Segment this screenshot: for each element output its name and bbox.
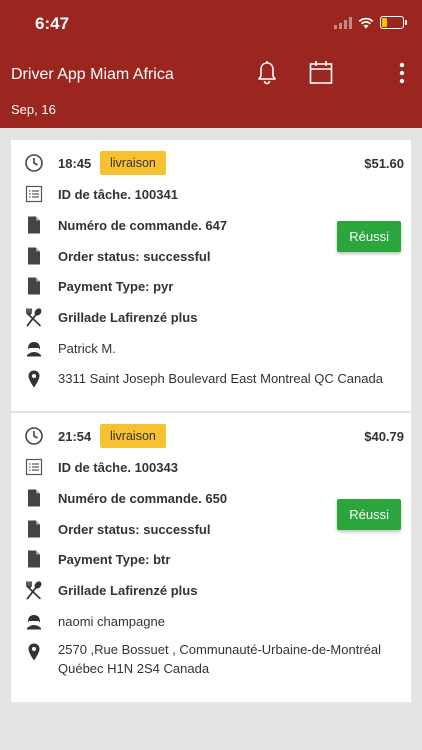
customer-name: Patrick M. xyxy=(58,341,116,356)
customer-icon xyxy=(27,615,41,630)
order-price: $40.79 xyxy=(364,429,404,444)
app-title: Driver App Miam Africa xyxy=(11,66,174,83)
wifi-icon xyxy=(358,17,374,28)
task-id: ID de tâche. 100343 xyxy=(58,460,178,475)
document-icon xyxy=(28,550,40,568)
clock-icon xyxy=(25,154,43,172)
order-price: $51.60 xyxy=(364,156,404,171)
location-pin-icon xyxy=(28,643,40,661)
battery-icon xyxy=(380,16,407,29)
order-time: 18:45 xyxy=(58,156,92,171)
delivery-address: 2570 ,Rue Bossuet , Communauté-Urbaine-d… xyxy=(58,642,382,676)
order-time: 21:54 xyxy=(58,429,92,444)
status-icons xyxy=(334,16,407,29)
order-status: Order status: successful xyxy=(58,249,211,264)
customer-icon xyxy=(27,342,41,357)
document-icon xyxy=(28,216,40,234)
status-time: 6:47 xyxy=(35,14,70,33)
utensils-icon xyxy=(26,308,42,327)
bell-icon[interactable] xyxy=(256,60,278,86)
document-icon xyxy=(28,489,40,507)
order-type-badge: livraison xyxy=(100,151,166,175)
order-card[interactable]: 18:45 livraison $51.60 ID de tâche. 1003… xyxy=(11,140,411,411)
utensils-icon xyxy=(26,581,42,600)
list-icon xyxy=(25,185,43,203)
order-number: Numéro de commande. 650 xyxy=(58,491,228,506)
current-date: Sep, 16 xyxy=(11,102,56,117)
order-status: Order status: successful xyxy=(58,522,211,537)
signal-icon xyxy=(334,16,352,29)
more-vertical-icon[interactable] xyxy=(398,62,406,84)
success-button[interactable]: Réussi xyxy=(337,221,401,252)
order-card[interactable]: 21:54 livraison $40.79 ID de tâche. 1003… xyxy=(11,412,411,702)
order-type-badge: livraison xyxy=(100,424,166,448)
delivery-address: 3311 Saint Joseph Boulevard East Montrea… xyxy=(58,371,383,386)
restaurant-name: Grillade Lafirenzé plus xyxy=(58,583,198,598)
document-icon xyxy=(28,247,40,265)
location-pin-icon xyxy=(28,370,40,388)
payment-type: Payment Type: btr xyxy=(58,552,171,567)
payment-type: Payment Type: pyr xyxy=(58,279,174,294)
restaurant-name: Grillade Lafirenzé plus xyxy=(58,310,198,325)
success-button[interactable]: Réussi xyxy=(337,499,401,530)
task-id: ID de tâche. 100341 xyxy=(58,187,178,202)
clock-icon xyxy=(25,427,43,445)
order-number: Numéro de commande. 647 xyxy=(58,218,228,233)
document-icon xyxy=(28,520,40,538)
list-icon xyxy=(25,458,43,476)
calendar-icon[interactable] xyxy=(309,60,333,86)
customer-name: naomi champagne xyxy=(58,614,165,629)
app-header: 6:47 Driver App Miam Africa Sep, 16 xyxy=(0,0,422,128)
document-icon xyxy=(28,277,40,295)
